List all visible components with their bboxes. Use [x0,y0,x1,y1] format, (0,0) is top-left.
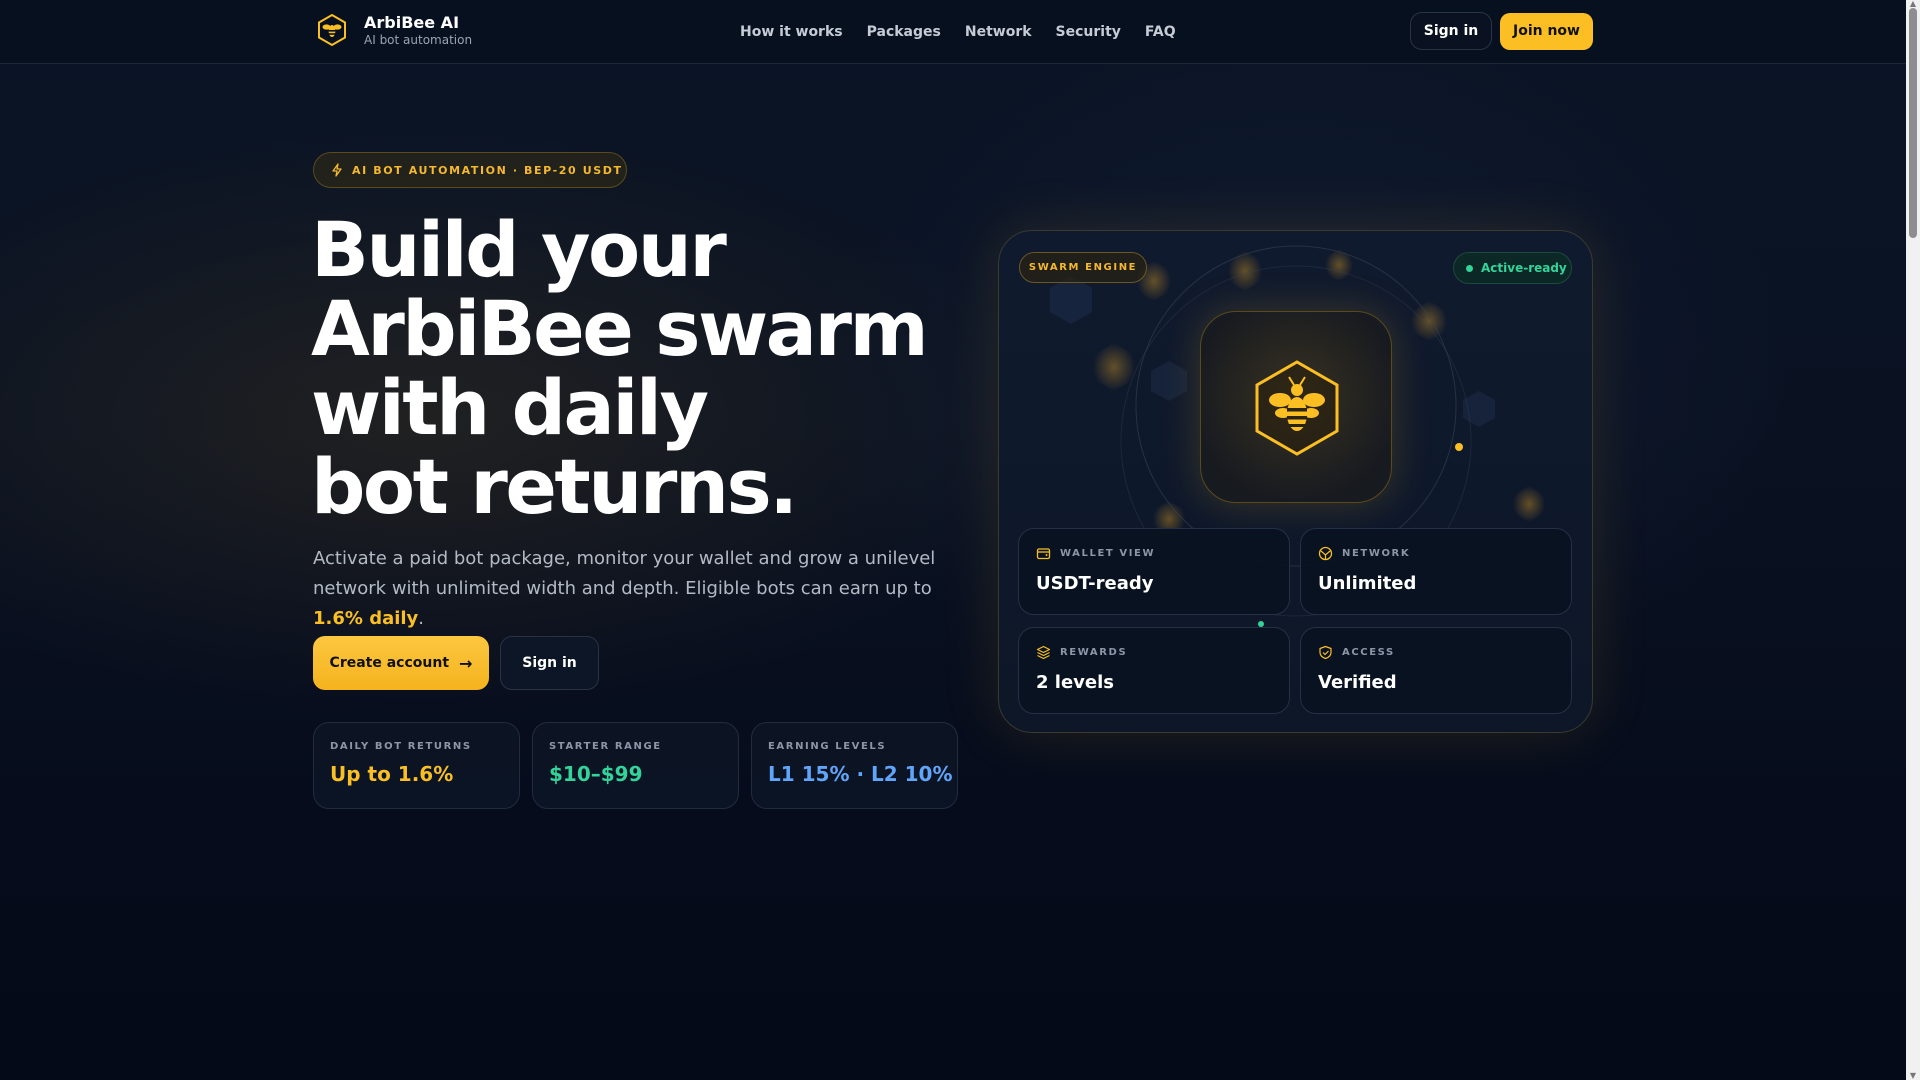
network-tile: NETWORK Unlimited [1300,528,1572,615]
bee-logo-icon [318,13,346,47]
hero-badge: AI BOT AUTOMATION · BEP-20 USDT [313,152,627,188]
bee-emblem [1200,311,1392,503]
nav-how-it-works[interactable]: How it works [740,22,843,42]
page-background [0,0,1920,1080]
shield-icon [1319,645,1332,660]
tile-label: ACCESS [1342,647,1395,658]
stat-value: Up to 1.6% [330,762,454,786]
tile-label: REWARDS [1060,647,1128,658]
hero-badge-label: AI BOT AUTOMATION · BEP-20 USDT [352,163,623,177]
hero-headline: Build your ArbiBee swarm with daily bot … [311,210,951,526]
stat-label: EARNING LEVELS [768,741,887,752]
scroll-down-icon[interactable]: ▼ [1909,1072,1917,1080]
nav-network[interactable]: Network [965,22,1032,42]
stat-label: DAILY BOT RETURNS [330,741,472,752]
network-icon [1318,546,1333,561]
stat-daily-returns: DAILY BOT RETURNS Up to 1.6% [313,722,520,809]
headline-line: with daily [311,363,709,452]
nav-faq[interactable]: FAQ [1145,22,1176,42]
lightning-icon [332,163,342,177]
main-nav: How it works Packages Network Security F… [740,22,1200,42]
stat-value: L1 15% · L2 10% [768,762,953,786]
join-now-button[interactable]: Join now [1500,13,1593,50]
tile-value: Unlimited [1318,573,1417,594]
brand-tagline: AI bot automation [364,33,473,47]
stat-starter-range: STARTER RANGE $10–$99 [532,722,739,809]
lead-text: Activate a paid bot package, monitor you… [313,548,936,599]
lead-end: . [418,608,425,629]
swarm-engine-card: SWARM ENGINE Active-ready WALLET VIEW US… [998,230,1593,733]
tile-value: Verified [1318,672,1397,693]
layers-icon [1036,645,1051,660]
tile-value: 2 levels [1036,672,1114,693]
arrow-right-icon: → [459,653,473,673]
header-sign-in-button[interactable]: Sign in [1410,12,1492,50]
bee-icon [1255,360,1339,456]
stat-earning-levels: EARNING LEVELS L1 15% · L2 10% [751,722,958,809]
swarm-engine-tag: SWARM ENGINE [1019,252,1147,283]
tile-label: WALLET VIEW [1060,548,1156,559]
stat-value: $10–$99 [549,762,643,786]
stat-label: STARTER RANGE [549,741,662,752]
scrollbar-thumb[interactable] [1909,8,1917,238]
wallet-icon [1036,548,1051,560]
headline-line: bot returns. [311,442,798,531]
rewards-tile: REWARDS 2 levels [1018,627,1290,714]
scroll-up-icon[interactable]: ▲ [1909,0,1917,8]
hero-sign-in-button[interactable]: Sign in [500,636,599,690]
create-account-label: Create account [329,655,450,671]
headline-line: ArbiBee swarm [311,284,929,373]
tile-label: NETWORK [1342,548,1411,559]
page-scrollbar[interactable]: ▲ ▼ [1906,0,1920,1080]
wallet-view-tile: WALLET VIEW USDT-ready [1018,528,1290,615]
status-dot [1466,264,1473,272]
status-badge: Active-ready [1453,252,1572,284]
nav-packages[interactable]: Packages [867,22,941,42]
create-account-button[interactable]: Create account → [313,636,489,690]
status-label: Active-ready [1481,261,1567,275]
tile-value: USDT-ready [1036,573,1154,594]
lead-highlight: 1.6% daily [313,608,419,629]
brand[interactable]: ArbiBee AI AI bot automation [314,12,472,48]
headline-line: Build your [311,205,727,294]
brand-name: ArbiBee AI [364,13,460,32]
access-tile: ACCESS Verified [1300,627,1572,714]
top-navbar: ArbiBee AI AI bot automation How it work… [0,0,1906,64]
hero-description: Activate a paid bot package, monitor you… [313,544,973,634]
nav-security[interactable]: Security [1056,22,1121,42]
